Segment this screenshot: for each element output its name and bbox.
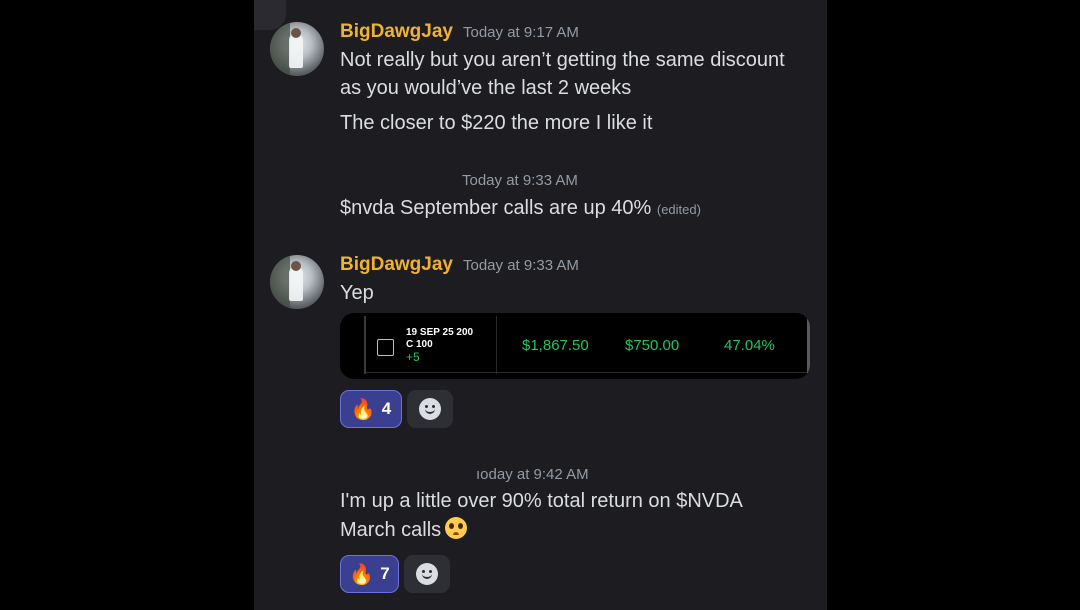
contract-description: 19 SEP 25 200 C 100 +5 [406, 327, 473, 363]
column-divider [496, 316, 497, 374]
position-value: $1,867.50 [522, 337, 589, 354]
add-reaction-button[interactable] [407, 390, 453, 428]
image-attachment[interactable]: 19 SEP 25 200 C 100 +5 $1,867.50 $750.00… [340, 313, 810, 379]
reaction-count: 7 [380, 564, 390, 583]
smile-icon [419, 398, 441, 420]
message-timestamp: Today at 9:17 AM [463, 24, 579, 41]
pleading-face-icon [445, 517, 468, 539]
user-avatar[interactable] [270, 255, 324, 309]
contract-quantity: +5 [406, 350, 420, 364]
add-reaction-button[interactable] [404, 555, 450, 593]
message-text-line: I'm up a little over 90% total return on… [340, 490, 743, 512]
message-text: $nvda September calls are up 40% (edited… [340, 194, 701, 224]
message-timestamp: Today at 9:33 AM [463, 257, 579, 274]
fire-icon: 🔥 [350, 397, 376, 421]
edited-label: (edited) [656, 202, 701, 217]
message-text-content: March calls [340, 519, 442, 541]
positions-table-row: 19 SEP 25 200 C 100 +5 $1,867.50 $750.00… [364, 316, 810, 374]
fire-icon: 🔥 [349, 562, 375, 586]
user-avatar[interactable] [270, 22, 324, 76]
reaction-fire[interactable]: 🔥 4 [340, 390, 402, 428]
message-text-content: $nvda September calls are up 40% [340, 197, 652, 219]
message-text-line: as you would’ve the last 2 weeks [340, 77, 632, 99]
smile-icon [416, 563, 438, 585]
message-text: Yep [340, 282, 374, 304]
position-gain: $750.00 [625, 337, 680, 354]
reaction-fire[interactable]: 🔥 7 [340, 555, 399, 593]
row-checkbox [377, 339, 394, 356]
reaction-count: 4 [381, 399, 392, 418]
message-timestamp: ıoday at 9:42 AM [476, 466, 589, 483]
message-text-line: March calls [340, 516, 468, 544]
username[interactable]: BigDawgJay [340, 21, 453, 43]
contract-line: 19 SEP 25 200 [406, 327, 474, 338]
message-text-line: Not really but you aren’t getting the sa… [340, 49, 785, 71]
row-divider [366, 372, 807, 373]
message-text: The closer to $220 the more I like it [340, 112, 653, 134]
position-percent: 47.04% [724, 337, 775, 354]
username[interactable]: BigDawgJay [340, 254, 453, 276]
message-timestamp: Today at 9:33 AM [462, 172, 578, 189]
